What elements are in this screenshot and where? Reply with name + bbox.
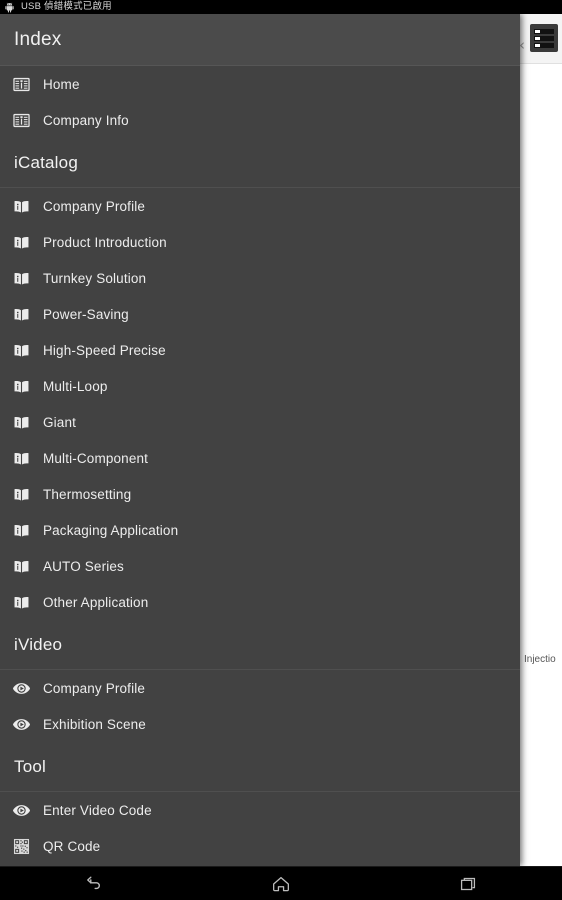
book-icon [12,377,31,396]
eye-play-icon [12,715,31,734]
menu-item-label: Exhibition Scene [43,716,146,732]
menu-item-label: Company Profile [43,680,146,696]
section-header-icatalog: iCatalog [0,138,520,188]
menu-item-product-introduction[interactable]: Product Introduction [0,224,520,260]
menu-item-power-saving[interactable]: Power-Saving [0,296,520,332]
menu-item-other-application[interactable]: Other Application [0,584,520,620]
page-title: Index [14,28,62,50]
book-icon [12,197,31,216]
section-header-label: iCatalog [14,152,78,172]
menu-item-label: Multi-Loop [43,378,108,394]
book-icon [12,485,31,504]
book-icon [12,521,31,540]
status-bar: USB 偵錯模式已啟用 [0,0,562,14]
status-bar-text: USB 偵錯模式已啟用 [21,1,112,12]
menu-item-multi-component[interactable]: Multi-Component [0,440,520,476]
book-icon [12,449,31,468]
article-icon [12,111,31,130]
drawer-menu-list: Home Company Info iCatalog Company Profile P… [0,66,520,866]
qr-code-icon [12,837,31,856]
menu-item-multi-loop[interactable]: Multi-Loop [0,368,520,404]
eye-play-icon [12,801,31,820]
menu-item-home[interactable]: Home [0,66,520,102]
navigation-drawer: Index Home Company Info iCatalog Company Pr… [0,14,520,866]
menu-item-company-profile[interactable]: Company Profile [0,670,520,706]
menu-item-company-profile[interactable]: Company Profile [0,188,520,224]
menu-item-label: Power-Saving [43,306,129,322]
menu-item-label: Home [43,76,80,92]
menu-item-label: Company Profile [43,198,146,214]
book-icon [12,269,31,288]
eye-play-icon [12,679,31,698]
book-icon [12,341,31,360]
section-header-label: iVideo [14,634,63,654]
article-icon [12,75,31,94]
list-menu-icon[interactable] [530,24,558,52]
menu-item-company-info[interactable]: Company Info [0,102,520,138]
book-icon [12,413,31,432]
menu-bar-2 [534,35,554,41]
menu-item-exhibition-scene[interactable]: Exhibition Scene [0,706,520,742]
section-header-tool: Tool [0,742,520,792]
menu-item-label: Product Introduction [43,234,167,250]
recent-apps-icon[interactable] [438,867,498,900]
book-icon [12,305,31,324]
menu-item-thermosetting[interactable]: Thermosetting [0,476,520,512]
menu-item-label: Packaging Application [43,522,179,538]
menu-item-enter-video-code[interactable]: Enter Video Code [0,792,520,828]
menu-item-auto-series[interactable]: AUTO Series [0,548,520,584]
menu-item-label: Enter Video Code [43,802,152,818]
back-icon[interactable] [64,867,124,900]
menu-item-turnkey-solution[interactable]: Turnkey Solution [0,260,520,296]
android-nav-bar [0,866,562,900]
section-header-label: Tool [14,756,46,776]
content-partial-label: Injectio [524,654,556,665]
book-icon [12,593,31,612]
android-robot-icon [5,2,14,13]
menu-item-label: Giant [43,414,77,430]
menu-item-label: Multi-Component [43,450,149,466]
menu-item-qr-code[interactable]: QR Code [0,828,520,864]
menu-item-label: Company Info [43,112,129,128]
menu-item-label: AUTO Series [43,558,124,574]
menu-item-label: QR Code [43,838,101,854]
tablet-screen: ‹ Injectio Index Home Company Info iCatalo… [0,0,562,900]
section-header-ivideo: iVideo [0,620,520,670]
menu-item-packaging-application[interactable]: Packaging Application [0,512,520,548]
menu-item-label: Other Application [43,594,149,610]
menu-item-label: Turnkey Solution [43,270,147,286]
menu-item-giant[interactable]: Giant [0,404,520,440]
book-icon [12,557,31,576]
menu-item-high-speed-precise[interactable]: High-Speed Precise [0,332,520,368]
book-icon [12,233,31,252]
drawer-header: Index [0,14,520,66]
home-icon[interactable] [251,867,311,900]
menu-bar-1 [534,28,554,34]
menu-item-label: Thermosetting [43,486,132,502]
menu-bar-3 [534,42,554,48]
menu-item-label: High-Speed Precise [43,342,166,358]
